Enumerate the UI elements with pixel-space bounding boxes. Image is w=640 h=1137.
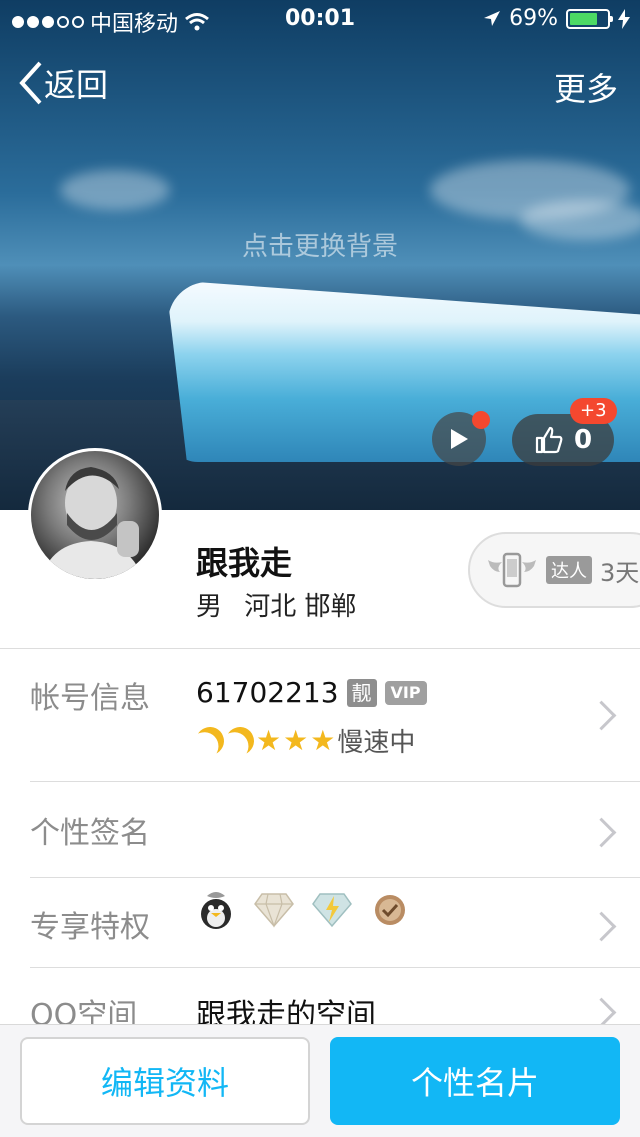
signature-row[interactable]: 个性签名 <box>0 782 640 877</box>
daren-badge-button[interactable]: 达人 3天 <box>468 532 640 608</box>
avatar-photo <box>41 467 143 579</box>
thumbs-up-icon <box>535 426 563 454</box>
qzone-label: QQ空间 <box>30 998 138 1024</box>
charging-bolt-icon <box>618 8 630 29</box>
account-info-row[interactable]: 帐号信息 <box>0 649 640 781</box>
back-label: 返回 <box>44 66 109 104</box>
cover-background[interactable]: 中国移动 00:01 69% 返回 更多 点击更换背景 0 +3 <box>0 0 640 510</box>
moon-level-icon <box>222 723 258 759</box>
profile-location: 河北 邯郸 <box>244 592 357 622</box>
chevron-right-icon <box>586 700 617 731</box>
chevron-right-icon <box>586 997 617 1024</box>
level-status: 慢速中 <box>337 728 416 758</box>
qq-number: 61702213 <box>196 676 339 709</box>
profile-info: 男 河北 邯郸 <box>196 586 357 623</box>
daren-tag: 达人 <box>546 556 592 584</box>
back-button[interactable]: 返回 <box>18 60 108 106</box>
location-arrow-icon <box>484 10 501 26</box>
chevron-right-icon <box>586 911 617 942</box>
winged-phone-icon <box>488 552 536 588</box>
status-bar: 中国移动 00:01 69% <box>0 0 640 40</box>
change-background-link[interactable]: 点击更换背景 <box>0 226 640 263</box>
daren-days: 3天 <box>600 558 640 587</box>
edit-profile-button[interactable]: 编辑资料 <box>20 1037 310 1125</box>
battery-icon <box>566 8 613 29</box>
avatar[interactable] <box>28 448 162 582</box>
diamond-icon <box>254 890 294 930</box>
privilege-icons <box>196 890 410 930</box>
vip-tag: VIP <box>384 680 427 705</box>
qq-number-line: 61702213 靓 VIP <box>196 676 427 709</box>
moon-level-icon <box>192 723 228 759</box>
like-increment-badge: +3 <box>570 398 617 424</box>
privileges-label: 专享特权 <box>30 910 150 945</box>
lightning-diamond-icon <box>312 890 352 930</box>
liang-tag: 靓 <box>346 678 377 707</box>
star-level-icon: ★ <box>256 723 282 757</box>
chevron-right-icon <box>586 817 617 848</box>
star-level-icon: ★ <box>310 723 336 757</box>
bottom-action-bar: 编辑资料 个性名片 <box>0 1024 640 1137</box>
more-button[interactable]: 更多 <box>554 64 618 110</box>
chevron-left-icon <box>19 61 42 105</box>
profile-card-button[interactable]: 个性名片 <box>330 1037 620 1125</box>
like-count: 0 <box>573 425 593 455</box>
signature-label: 个性签名 <box>30 816 150 851</box>
qq-penguin-icon <box>196 890 236 930</box>
profile-name: 跟我走 <box>196 544 293 582</box>
star-level-icon: ★ <box>283 723 309 757</box>
check-badge-icon <box>370 890 410 930</box>
new-indicator-dot <box>472 411 490 429</box>
qq-level: ★ ★ ★ 慢速中 <box>196 722 415 759</box>
battery-percent: 69% <box>509 6 558 31</box>
profile-gender: 男 <box>196 592 223 622</box>
cloud-shape <box>60 170 170 210</box>
account-info-label: 帐号信息 <box>30 681 150 716</box>
play-icon <box>451 429 468 449</box>
